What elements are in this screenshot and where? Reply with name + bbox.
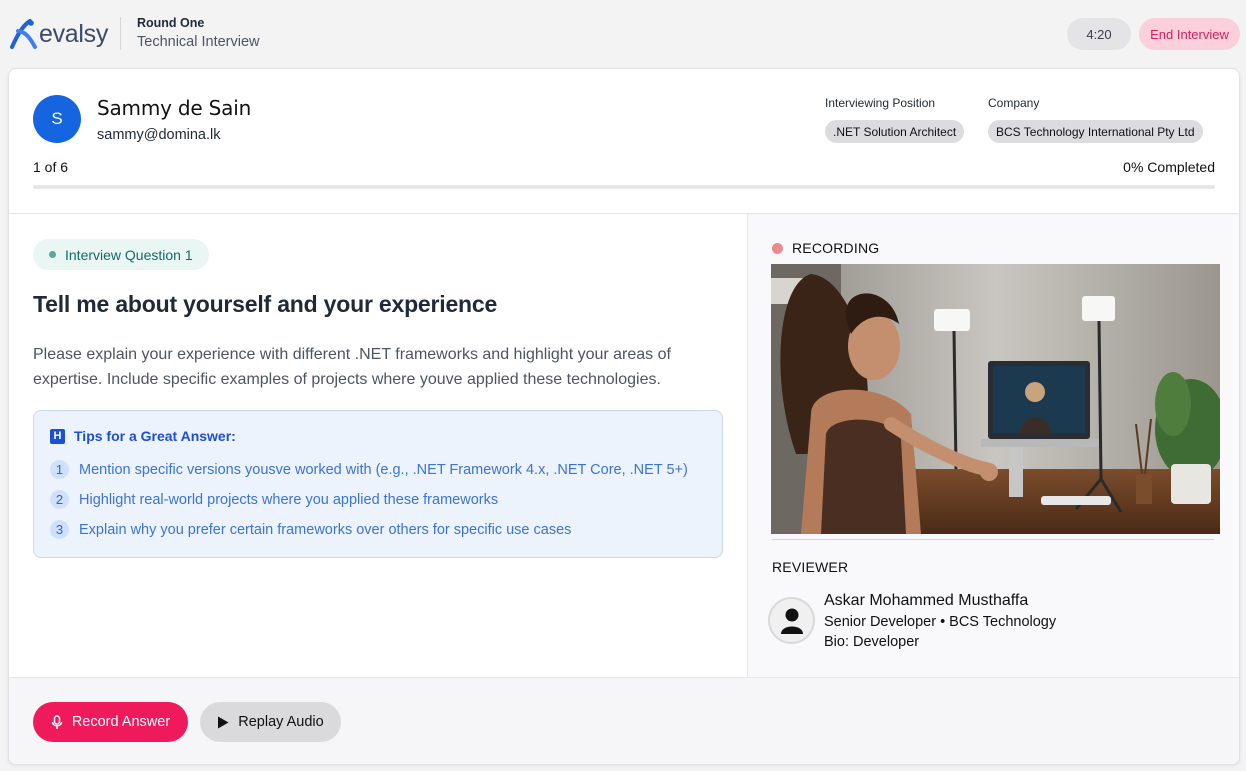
camera-preview-image	[771, 264, 1220, 534]
top-bar: evalsy Round One Technical Interview 4:2…	[0, 0, 1246, 68]
play-icon	[217, 716, 229, 729]
tip-number: 2	[50, 490, 69, 509]
company-label: Company	[988, 96, 1040, 110]
tips-heading-label: Tips for a Great Answer:	[74, 428, 236, 444]
tip-item: 2 Highlight real-world projects where yo…	[50, 490, 498, 509]
question-badge: Interview Question 1	[33, 239, 209, 270]
tips-box: H Tips for a Great Answer: 1 Mention spe…	[33, 410, 723, 558]
candidate-name: Sammy de Sain	[97, 96, 252, 120]
tip-text: Explain why you prefer certain framework…	[79, 521, 572, 538]
reviewer-section-label: REVIEWER	[772, 559, 849, 575]
video-divider	[772, 539, 1214, 540]
tip-item: 1 Mention specific versions yousve worke…	[50, 460, 688, 479]
record-answer-label: Record Answer	[71, 714, 171, 730]
panel-divider	[747, 214, 748, 677]
question-description: Please explain your experience with diff…	[33, 346, 671, 388]
tip-number: 3	[50, 520, 69, 539]
tip-text: Mention specific versions yousve worked …	[79, 461, 688, 478]
question-badge-label: Interview Question 1	[65, 246, 193, 263]
recording-indicator: RECORDING	[772, 240, 879, 256]
position-badge: .NET Solution Architect	[825, 120, 965, 143]
progress-bar	[33, 185, 1215, 189]
question-count: 1 of 6	[33, 159, 69, 175]
recording-dot	[772, 242, 783, 254]
round-subtitle: Technical Interview	[137, 34, 260, 50]
replay-audio-button[interactable]: Replay Audio	[200, 702, 341, 742]
tips-icon: H	[50, 428, 65, 444]
logo[interactable]: evalsy	[8, 18, 108, 50]
tips-heading: H Tips for a Great Answer:	[50, 428, 236, 444]
reviewer-avatar	[768, 597, 815, 644]
candidate-email: sammy@domina.lk	[97, 127, 221, 143]
round-title: Round One	[137, 16, 205, 30]
completion-percent: 0% Completed	[1123, 159, 1215, 175]
position-label: Interviewing Position	[825, 96, 936, 110]
person-icon	[780, 608, 803, 634]
tip-text: Highlight real-world projects where you …	[79, 491, 499, 508]
reviewer-role: Senior Developer • BCS Technology	[824, 614, 1057, 630]
candidate-avatar: S	[33, 95, 81, 143]
header-divider	[120, 17, 121, 50]
interview-card: S Sammy de Sain sammy@domina.lk Intervie…	[8, 68, 1240, 765]
question-badge-dot	[49, 251, 56, 258]
reviewer-bio: Bio: Developer	[824, 634, 920, 650]
tip-number: 1	[50, 460, 69, 479]
record-answer-button[interactable]: Record Answer	[33, 702, 188, 742]
recording-label: RECORDING	[792, 240, 880, 256]
tip-item: 3 Explain why you prefer certain framewo…	[50, 520, 571, 539]
evalsy-logo-icon	[10, 19, 37, 49]
logo-text: evalsy	[39, 20, 109, 48]
company-badge: BCS Technology International Pty Ltd	[988, 120, 1203, 143]
question-title: Tell me about yourself and your experien…	[33, 291, 498, 317]
camera-preview	[771, 264, 1220, 534]
replay-audio-label: Replay Audio	[238, 714, 324, 730]
microphone-icon	[51, 714, 63, 730]
end-interview-button[interactable]: End Interview	[1139, 18, 1240, 50]
action-footer: Record Answer Replay Audio	[9, 677, 1239, 764]
interview-timer: 4:20	[1067, 18, 1131, 50]
reviewer-name: Askar Mohammed Musthaffa	[824, 592, 1029, 609]
